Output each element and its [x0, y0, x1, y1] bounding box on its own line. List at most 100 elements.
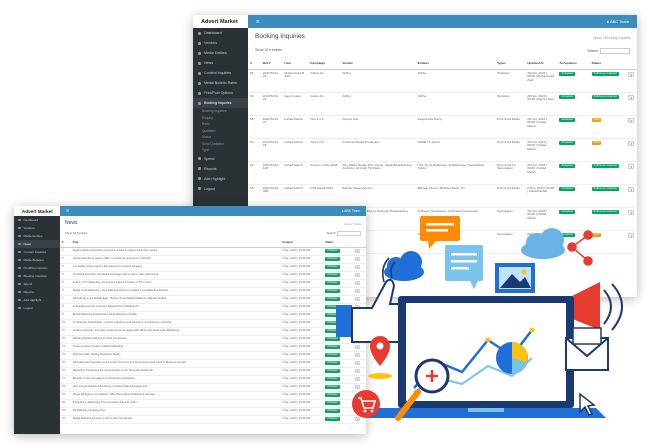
table-row[interactable]: 9 Brand Marketing Emphasizing Mind-Mapped…: [60, 311, 366, 320]
row-actions-button[interactable]: ▾: [355, 385, 361, 389]
column-header[interactable]: #: [60, 239, 71, 248]
table-row[interactable]: 15 Advertisement Agencies Come Under Pres…: [60, 359, 366, 368]
row-actions-button[interactable]: ▾: [355, 265, 361, 269]
sidebar-item[interactable]: Print/Post Options: [14, 264, 60, 272]
status-badge[interactable]: Published: [325, 329, 340, 333]
status-badge[interactable]: Published: [325, 249, 340, 253]
status-badge[interactable]: Published: [325, 361, 340, 365]
table-row[interactable]: 5 Future of TV Marketing: Connected, Data…: [60, 279, 366, 288]
column-header[interactable]: Ref #: [260, 57, 283, 70]
table-row[interactable]: 20 5 Insights in Marketing: The Innovativ…: [60, 399, 366, 408]
user-menu[interactable]: ● ABC Team: [607, 19, 629, 24]
status-badge[interactable]: Sent: [591, 117, 602, 122]
status-badge[interactable]: Published: [325, 369, 340, 373]
column-header[interactable]: [353, 239, 366, 248]
sidebar-item[interactable]: Add Highlight: [14, 296, 60, 304]
row-actions-button[interactable]: ▾: [355, 393, 361, 397]
row-actions-button[interactable]: ▾: [355, 321, 361, 325]
status-badge[interactable]: Published: [325, 265, 340, 269]
status-badge[interactable]: Published: [325, 273, 340, 277]
acceptance-badge[interactable]: Accepted: [559, 209, 576, 214]
sidebar-item[interactable]: Media Entities: [14, 232, 60, 240]
status-badge[interactable]: Sent: [591, 232, 602, 237]
row-actions-button[interactable]: ▾: [355, 329, 361, 333]
table-row[interactable]: 53 #ADVM 04-24 Fahad Mehdi Test 2.2.2 Financ…: [248, 138, 637, 162]
table-row[interactable]: 62 #ADVM 04-24 Agent Listal Indoor Ad Ailbhe…: [248, 92, 637, 116]
status-badge[interactable]: Published: [325, 401, 340, 405]
table-row[interactable]: 17 Benefits of 3D Campaigns for Advertise…: [60, 375, 366, 384]
page-length-control[interactable]: Show 10 ▾ entries: [65, 231, 87, 237]
table-row[interactable]: 64 #ADVM 03-128 Fahad Mehdi Summer Offer 20…: [248, 161, 637, 185]
sidebar-item[interactable]: Vendors: [14, 224, 60, 232]
column-header[interactable]: Entities: [415, 57, 496, 70]
table-row[interactable]: 11 Creative Success: The Idea Continuousl…: [60, 327, 366, 336]
row-actions-button[interactable]: ▾: [628, 140, 635, 146]
hamburger-menu-icon[interactable]: ☰: [66, 209, 69, 213]
status-badge[interactable]: Published: [325, 321, 340, 325]
table-row[interactable]: 18 How Google Display Advertising Increas…: [60, 383, 366, 392]
status-badge[interactable]: Published: [325, 377, 340, 381]
column-header[interactable]: Created: [280, 239, 324, 248]
row-actions-button[interactable]: ▾: [628, 163, 635, 169]
status-badge[interactable]: Follow-up required: [591, 71, 619, 76]
table-row[interactable]: 12 Working Digital Analytics for Arab Com…: [60, 335, 366, 344]
status-badge[interactable]: Published: [325, 385, 340, 389]
sidebar-item[interactable]: Booking Inquiries: [14, 272, 60, 280]
column-header[interactable]: Types: [495, 57, 526, 70]
status-badge[interactable]: Published: [325, 297, 340, 301]
status-badge[interactable]: Published: [325, 257, 340, 261]
table-row[interactable]: 7 Advertising in the Middle East - Barrie…: [60, 295, 366, 304]
sidebar-item[interactable]: Media Bulletins: [14, 256, 60, 264]
column-header[interactable]: #: [248, 57, 261, 70]
status-badge[interactable]: Published: [325, 353, 340, 357]
column-header[interactable]: Acceptance: [557, 57, 590, 70]
row-actions-button[interactable]: ▾: [355, 257, 361, 261]
user-menu[interactable]: ● ABC Team: [342, 209, 360, 213]
row-actions-button[interactable]: ▾: [628, 71, 635, 77]
table-row[interactable]: 2 Global advertising agency MEC to review…: [60, 255, 366, 264]
status-badge[interactable]: Published: [325, 289, 340, 293]
row-actions-button[interactable]: ▾: [355, 289, 361, 293]
row-actions-button[interactable]: ▾: [355, 281, 361, 285]
column-header[interactable]: Title: [70, 239, 281, 248]
row-actions-button[interactable]: ▾: [355, 305, 361, 309]
sidebar-item[interactable]: Dashboard: [14, 216, 60, 224]
sidebar-item[interactable]: Vendors: [193, 38, 248, 48]
sidebar-item[interactable]: News: [14, 240, 60, 248]
row-actions-button[interactable]: ▾: [355, 353, 361, 357]
page-length-control[interactable]: Show 10 ▾ entries: [255, 48, 282, 54]
row-actions-button[interactable]: ▾: [355, 401, 361, 405]
table-row[interactable]: 1 Saudi Arabia inaugurates new era of med…: [60, 247, 366, 256]
status-badge[interactable]: Published: [325, 313, 340, 317]
sidebar-item[interactable]: Dashboard: [193, 28, 248, 38]
table-row[interactable]: 16 Marketing: Positioning the Opportuniti…: [60, 367, 366, 376]
status-badge[interactable]: Published: [325, 409, 340, 413]
hamburger-menu-icon[interactable]: ☰: [256, 19, 260, 24]
sidebar-item[interactable]: Reports: [14, 288, 60, 296]
table-row[interactable]: 13 Three Creative Trends to Watch Marketi…: [60, 343, 366, 352]
column-header[interactable]: Vendor: [340, 57, 416, 70]
sidebar-item[interactable]: Content Inquiries: [193, 68, 248, 78]
column-header[interactable]: Status: [589, 57, 627, 70]
sidebar-item[interactable]: Logout: [14, 304, 60, 312]
row-actions-button[interactable]: ▾: [355, 337, 361, 341]
row-actions-button[interactable]: ▾: [355, 409, 361, 413]
table-row[interactable]: 3 Lux Hotels brings Agency Ramspeed for C…: [60, 263, 366, 272]
acceptance-badge[interactable]: Accepted: [559, 186, 576, 191]
sidebar-item[interactable]: Logout: [193, 184, 248, 194]
row-actions-button[interactable]: ▾: [628, 117, 635, 123]
row-actions-button[interactable]: ▾: [355, 249, 361, 253]
sidebar-item[interactable]: News: [193, 58, 248, 68]
status-badge[interactable]: Follow-up required: [591, 163, 619, 168]
acceptance-badge[interactable]: Accepted: [559, 163, 576, 168]
column-header[interactable]: Status: [323, 239, 354, 248]
table-row[interactable]: 19 Target Ad Agency Innovations: Offer Ri…: [60, 391, 366, 400]
status-badge[interactable]: Follow-up required: [591, 209, 619, 214]
column-header[interactable]: Updated At: [525, 57, 558, 70]
table-row[interactable]: 22 Digital Marketing & How to Use It with…: [60, 415, 366, 424]
table-row[interactable]: 65 #ADVM 04-24 Muhammad M Zaid Indoor Ad Ail…: [248, 69, 637, 93]
table-row[interactable]: 6 Digital Trust Marketing - How Effective…: [60, 287, 366, 296]
row-actions-button[interactable]: ▾: [355, 377, 361, 381]
brand-logo[interactable]: Advert Market: [193, 15, 248, 28]
brand-logo[interactable]: Advert Market: [14, 206, 60, 216]
